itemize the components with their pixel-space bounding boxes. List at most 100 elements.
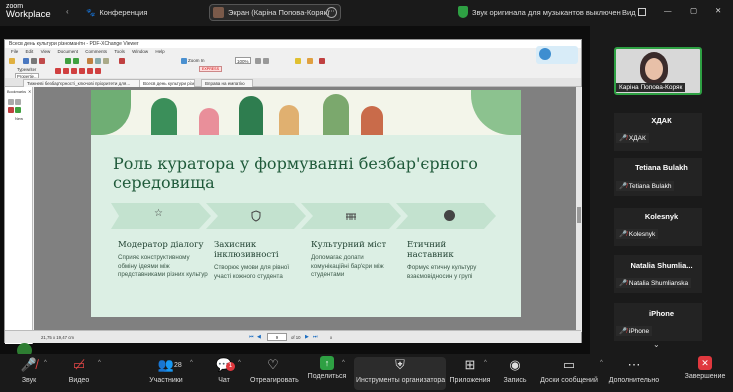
rotate-icon[interactable] (119, 58, 125, 64)
illustration-person (323, 94, 349, 135)
original-sound-status: Звук оригинала для музыкантов выключен (472, 8, 621, 17)
hand-tool-icon[interactable] (87, 58, 93, 64)
record-icon: ◉ (509, 357, 521, 372)
participant-label-2: 🎤̸ Tetiana Bulakh (616, 181, 675, 191)
save-icon[interactable] (23, 58, 29, 64)
zoom-indicator: x (330, 335, 333, 340)
scroll-thumb[interactable] (577, 207, 581, 223)
menu-window[interactable]: Window (132, 49, 148, 54)
express-button[interactable]: EXPRESS (199, 66, 222, 72)
zoom-in-button[interactable]: Zoom In (188, 58, 205, 63)
whiteboards-button[interactable]: ▭ Доски сообщений (540, 356, 598, 384)
self-video-skin (645, 58, 663, 80)
chat-options-caret[interactable]: ^ (238, 360, 241, 366)
menu-file[interactable]: File (11, 49, 18, 54)
page-number-field[interactable]: 9 (267, 333, 287, 341)
record-button[interactable]: ◉ Запись (500, 356, 530, 384)
chevron-left-icon[interactable]: ‹ (66, 7, 69, 16)
audio-options-caret[interactable]: ^ (44, 360, 47, 366)
share-options-caret[interactable]: ^ (342, 360, 345, 366)
illustration-person (239, 96, 263, 135)
zoom-icon[interactable] (181, 58, 187, 64)
stamp-icon[interactable] (319, 58, 325, 64)
participant-label-4: 🎤̸ Natalia Shumlianska (616, 278, 692, 288)
new-bookmark-button[interactable]: New (15, 116, 23, 121)
screen-share-label: Экран (Каріна Попова-Коряк) (228, 8, 330, 17)
column-text-3: Допомагає долати комунікаційні бар'єри м… (311, 254, 384, 278)
tab-document-2[interactable]: Всесв день культури різноманітн (139, 79, 195, 87)
maximize-icon[interactable]: ▢ (690, 6, 697, 15)
participant-title-5: iPhone (648, 309, 674, 318)
bookmark-tool-icon[interactable] (8, 107, 14, 113)
menu-document[interactable]: Document (58, 49, 79, 54)
end-meeting-button[interactable]: ✕ Завершение (682, 356, 728, 380)
highlight-icon[interactable] (295, 58, 301, 64)
menu-view[interactable]: View (41, 49, 51, 54)
typewriter-tool[interactable]: Typewriter (17, 67, 36, 72)
participant-label-5: 🎤̸ iPhone (616, 326, 653, 336)
apps-options-caret[interactable]: ^ (484, 360, 487, 366)
view-button[interactable]: Вид (622, 8, 636, 17)
snapshot-icon[interactable] (103, 58, 109, 64)
chevron-down-icon[interactable]: ⌄ (653, 340, 660, 349)
chat-unread-badge: 1 (226, 362, 235, 371)
video-options-caret[interactable]: ^ (98, 360, 101, 366)
fit-page-icon[interactable] (255, 58, 261, 64)
next-page-icon[interactable]: ▶ (305, 334, 309, 340)
mic-muted-icon: 🎤̸ (20, 357, 38, 372)
last-page-icon[interactable]: ⏭ (313, 334, 318, 340)
bookmarks-close-icon[interactable]: ✕ (28, 89, 31, 94)
bookmark-tool-icon[interactable] (15, 107, 21, 113)
print-icon[interactable] (31, 58, 37, 64)
pdf-toolbar: Zoom In EXPRESS 100% Typewriter Properti… (9, 56, 529, 80)
prev-page-icon[interactable]: ◀ (257, 334, 261, 340)
menu-tools[interactable]: Tools (114, 49, 125, 54)
shield-icon: ⛨ (395, 357, 405, 372)
more-icon: ⋯ (627, 357, 641, 372)
zoom-level-field[interactable]: 100% (235, 57, 251, 64)
pdf-menu-bar: File Edit View Document Comments Tools W… (5, 48, 581, 55)
vertical-scrollbar[interactable] (576, 87, 582, 332)
participants-button[interactable]: 👥 Участники (146, 356, 186, 384)
tab-document-3[interactable]: Вправа на емпатію (201, 79, 253, 87)
polygon-tool-icon[interactable] (87, 68, 93, 74)
participants-count: 28 (174, 362, 182, 369)
heart-icon: ♡ (267, 357, 279, 372)
menu-edit[interactable]: Edit (26, 49, 34, 54)
more-button[interactable]: ⋯ Дополнительно (602, 356, 666, 384)
email-icon[interactable] (39, 58, 45, 64)
line-tool-icon[interactable] (63, 68, 69, 74)
host-tools-button[interactable]: ⛨ Инструменты организатора (356, 356, 445, 384)
participants-options-caret[interactable]: ^ (190, 360, 193, 366)
bookmark-tool-icon[interactable] (15, 99, 21, 105)
slide-page: Роль куратора у формуванні безбар'єрного… (91, 90, 521, 317)
pencil-tool-icon[interactable] (95, 68, 101, 74)
fit-width-icon[interactable] (263, 58, 269, 64)
tab-document-1[interactable]: Тижневі безбар'єрності_ключові пріоритет… (23, 79, 155, 87)
react-button[interactable]: ♡ Отреагировать (250, 356, 299, 384)
forward-icon[interactable] (73, 58, 79, 64)
whiteboard-icon: ▭ (562, 357, 576, 372)
zoom-logo: zoom Workplace (6, 3, 51, 20)
rectangle-tool-icon[interactable] (71, 68, 77, 74)
audio-button[interactable]: 🎤̸ Звук (14, 356, 44, 384)
ellipse-tool-icon[interactable] (79, 68, 85, 74)
bookmarks-label[interactable]: Bookmarks (7, 90, 26, 94)
menu-comments[interactable]: Comments (85, 49, 107, 54)
comment-icon[interactable] (307, 58, 313, 64)
open-icon[interactable] (9, 58, 15, 64)
bookmark-tool-icon[interactable] (8, 99, 14, 105)
column-text-2: Створює умови для рівної участі кожного … (214, 264, 290, 280)
grid-view-icon[interactable] (638, 8, 646, 16)
first-page-icon[interactable]: ⏮ (249, 334, 254, 340)
conference-button[interactable]: 🐾 Конференция (86, 8, 147, 17)
select-text-icon[interactable] (95, 58, 101, 64)
video-button[interactable]: ▭̸ Видео (64, 356, 94, 384)
column-heading-1: Модератор діалогу (118, 240, 204, 250)
menu-help[interactable]: Help (155, 49, 164, 54)
back-icon[interactable] (65, 58, 71, 64)
minimize-icon[interactable]: — (664, 6, 672, 15)
arrow-tool-icon[interactable] (55, 68, 61, 74)
close-icon[interactable]: ✕ (715, 6, 721, 15)
more-options-icon[interactable]: ⋯ (326, 7, 337, 18)
